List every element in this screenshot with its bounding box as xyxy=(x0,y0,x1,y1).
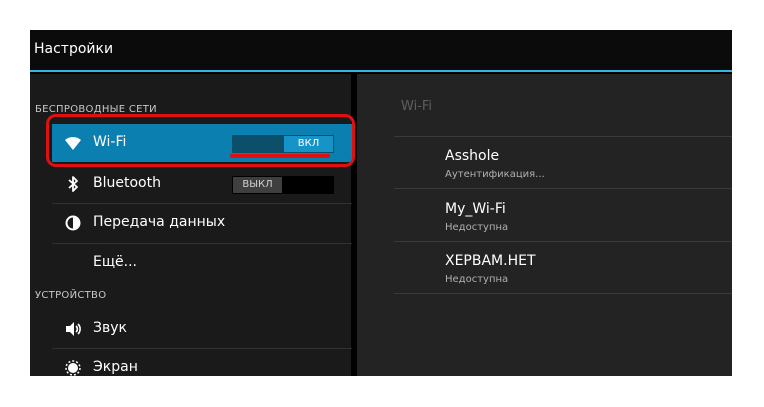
network-divider xyxy=(394,188,732,189)
network-divider xyxy=(394,241,732,242)
network-status: Недоступна xyxy=(445,222,509,233)
data-usage-icon xyxy=(64,214,82,232)
network-status: Недоступна xyxy=(445,274,509,285)
sidebar-item-label: Передача данных xyxy=(93,214,226,230)
network-divider xyxy=(394,293,732,294)
wifi-detail-pane xyxy=(357,74,732,376)
sidebar-item-data-usage[interactable]: Передача данных xyxy=(52,204,352,242)
brightness-icon xyxy=(64,359,82,376)
volume-icon xyxy=(64,320,82,338)
detail-header: Wi-Fi xyxy=(401,99,433,114)
sidebar-item-more[interactable]: Ещё... xyxy=(52,244,352,282)
network-divider xyxy=(394,136,732,137)
sidebar-item-display[interactable]: Экран xyxy=(52,349,352,376)
bluetooth-icon xyxy=(64,175,82,193)
sidebar-item-sound[interactable]: Звук xyxy=(52,310,352,348)
network-status: Аутентификация... xyxy=(445,169,545,180)
network-name: XEPBAM.HET xyxy=(445,253,536,269)
title-underline xyxy=(30,70,732,72)
annotation-highlight-box xyxy=(46,114,355,167)
sidebar-item-label: Экран xyxy=(93,359,138,375)
section-header-device: УСТРОЙСТВО xyxy=(35,290,107,301)
app-title: Настройки xyxy=(34,41,114,57)
sidebar-item-label: Ещё... xyxy=(93,254,137,270)
bluetooth-toggle-state: ВЫКЛ xyxy=(233,177,282,193)
annotation-underline xyxy=(230,154,330,158)
sidebar-item-label: Звук xyxy=(93,320,127,336)
network-name: My_Wi-Fi xyxy=(445,201,506,217)
network-item[interactable]: My_Wi-Fi Недоступна xyxy=(445,201,508,233)
sidebar-item-label: Bluetooth xyxy=(93,175,161,191)
sidebar-item-bluetooth[interactable]: Bluetooth ВЫКЛ xyxy=(52,165,352,203)
title-bar: Настройки xyxy=(30,30,732,70)
bluetooth-toggle[interactable]: ВЫКЛ xyxy=(232,176,334,194)
network-name: Asshole xyxy=(445,148,500,164)
network-item[interactable]: Asshole Аутентификация... xyxy=(445,148,545,180)
network-item[interactable]: XEPBAM.HET Недоступна xyxy=(445,253,536,285)
